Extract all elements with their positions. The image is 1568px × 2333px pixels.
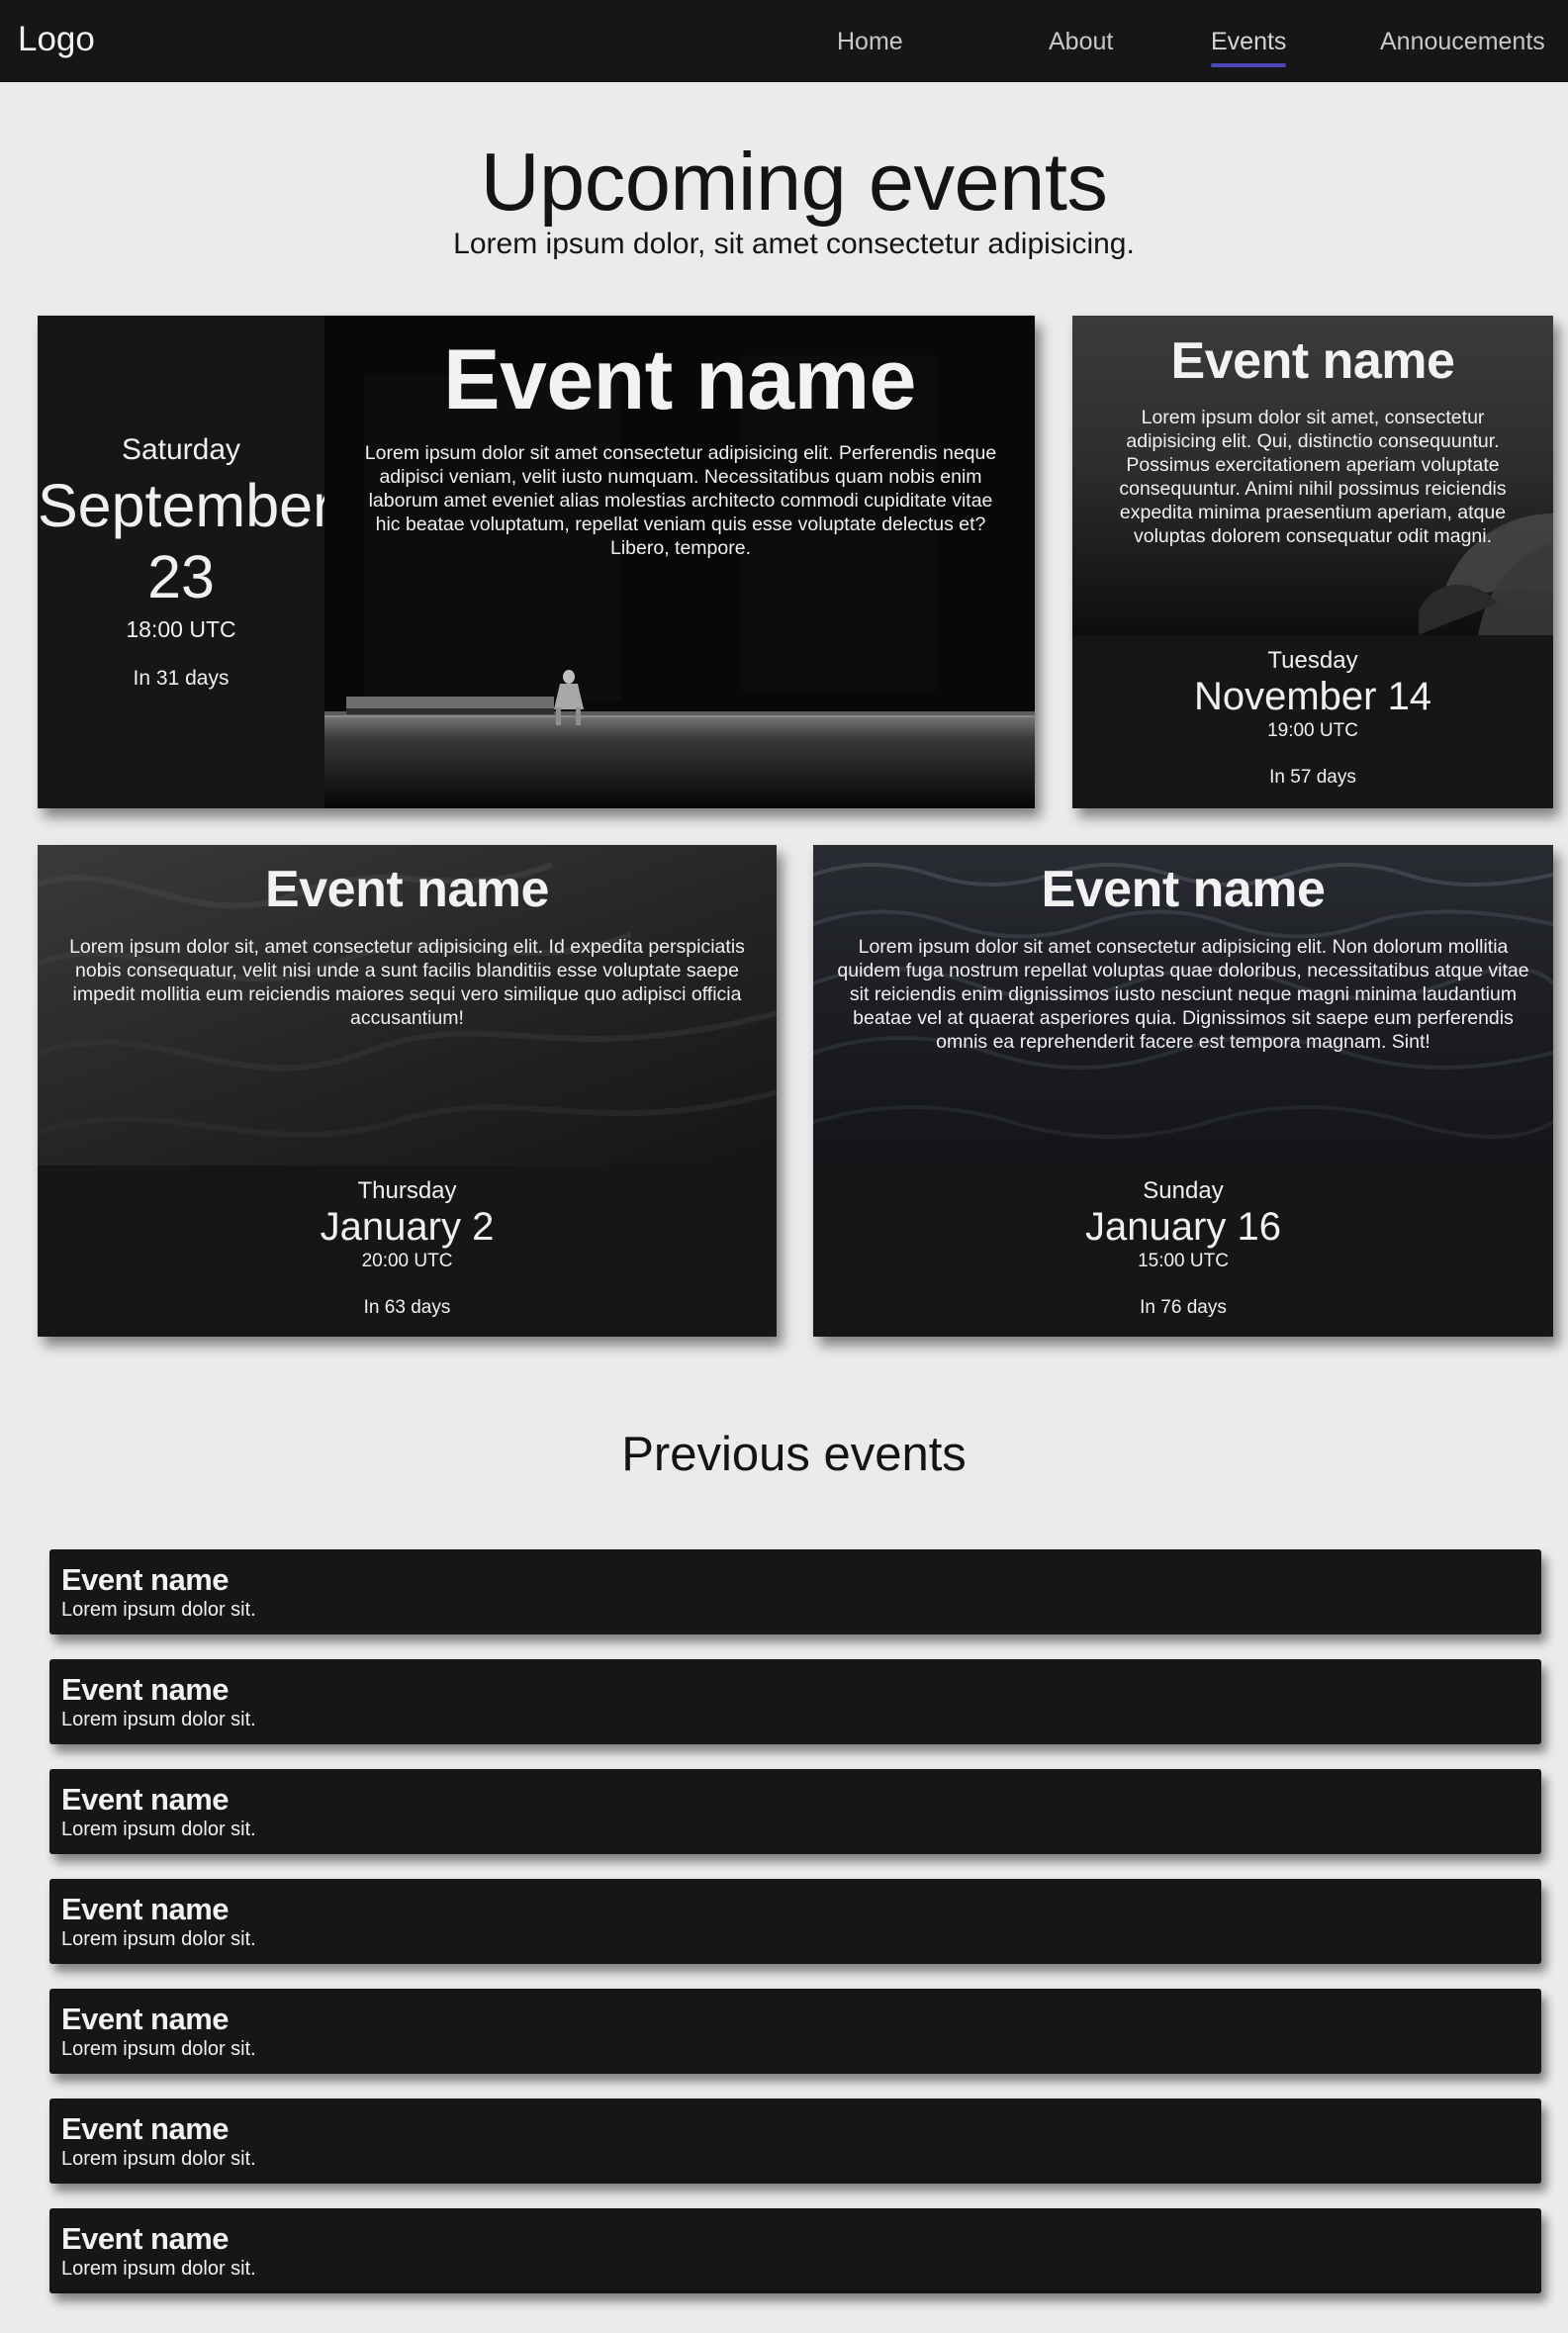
previous-event-name: Event name [61, 2111, 230, 2146]
previous-event-item[interactable]: Event name Lorem ipsum dolor sit. [49, 1659, 1541, 1744]
event-time: 20:00 UTC [361, 1251, 453, 1271]
nav-link-events-label: Events [1211, 28, 1287, 55]
previous-event-item[interactable]: Event name Lorem ipsum dolor sit. [49, 1989, 1541, 2074]
previous-event-name: Event name [61, 1672, 230, 1707]
previous-event-item[interactable]: Event name Lorem ipsum dolor sit. [49, 1549, 1541, 1634]
event-card[interactable]: Event name Lorem ipsum dolor sit amet, c… [1072, 316, 1553, 808]
event-weekday: Tuesday [1267, 647, 1358, 674]
event-card[interactable]: Event name Lorem ipsum dolor sit amet co… [813, 845, 1553, 1337]
nav-link-events[interactable]: Events [1211, 28, 1287, 67]
event-weekday: Thursday [357, 1177, 457, 1204]
previous-event-description: Lorem ipsum dolor sit. [61, 2038, 256, 2060]
event-card-featured[interactable]: Saturday September 23 18:00 UTC In 31 da… [38, 316, 1035, 808]
event-date-block: Thursday January 2 20:00 UTC In 63 days [38, 1175, 777, 1320]
previous-event-item[interactable]: Event name Lorem ipsum dolor sit. [49, 2208, 1541, 2293]
previous-event-description: Lorem ipsum dolor sit. [61, 1599, 256, 1621]
event-weekday: Saturday [121, 433, 241, 466]
section-title-previous-events: Previous events [621, 1428, 967, 1481]
event-description: Lorem ipsum dolor sit amet, consectetur … [1119, 407, 1507, 547]
previous-event-description: Lorem ipsum dolor sit. [61, 1709, 256, 1730]
event-description: Lorem ipsum dolor sit amet consectetur a… [364, 442, 997, 559]
page-title: Upcoming events [480, 136, 1108, 228]
event-countdown: In 57 days [1269, 767, 1356, 788]
nav-link-about[interactable]: About [1049, 28, 1113, 56]
event-time: 15:00 UTC [1138, 1251, 1229, 1271]
active-nav-underline [1211, 63, 1287, 67]
event-date-block: Saturday September 23 18:00 UTC In 31 da… [38, 430, 333, 694]
previous-event-item[interactable]: Event name Lorem ipsum dolor sit. [49, 1769, 1541, 1854]
previous-event-description: Lorem ipsum dolor sit. [61, 2258, 256, 2280]
nav-link-home[interactable]: Home [837, 28, 903, 56]
event-time: 19:00 UTC [1267, 720, 1358, 741]
event-weekday: Sunday [1143, 1177, 1224, 1204]
event-countdown: In 31 days [133, 667, 230, 690]
event-description: Lorem ipsum dolor sit, amet consectetur … [69, 936, 745, 1029]
previous-event-item[interactable]: Event name Lorem ipsum dolor sit. [49, 2099, 1541, 2184]
logo[interactable]: Logo [18, 20, 95, 59]
previous-event-description: Lorem ipsum dolor sit. [61, 1819, 256, 1840]
event-date-block: Sunday January 16 15:00 UTC In 76 days [813, 1175, 1553, 1320]
event-date: November 14 [1193, 675, 1432, 718]
event-date: September 23 [38, 472, 333, 610]
previous-event-name: Event name [61, 2002, 230, 2036]
event-date: January 16 [1085, 1205, 1281, 1249]
previous-event-description: Lorem ipsum dolor sit. [61, 1928, 256, 1950]
page-subtitle: Lorem ipsum dolor, sit amet consectetur … [453, 228, 1135, 260]
previous-event-item[interactable]: Event name Lorem ipsum dolor sit. [49, 1879, 1541, 1964]
previous-event-name: Event name [61, 1782, 230, 1817]
previous-event-description: Lorem ipsum dolor sit. [61, 2148, 256, 2170]
event-countdown: In 76 days [1140, 1297, 1227, 1318]
previous-event-name: Event name [61, 1892, 230, 1926]
previous-event-name: Event name [61, 1562, 230, 1597]
event-name: Event name [1041, 861, 1326, 918]
event-description: Lorem ipsum dolor sit amet consectetur a… [837, 936, 1529, 1053]
event-time: 18:00 UTC [126, 616, 236, 642]
event-card[interactable]: Event name Lorem ipsum dolor sit, amet c… [38, 845, 777, 1337]
event-date-block: Tuesday November 14 19:00 UTC In 57 days [1072, 645, 1553, 790]
nav-link-announcements[interactable]: Annoucements [1380, 28, 1545, 56]
event-name: Event name [443, 332, 916, 427]
event-name: Event name [1170, 332, 1455, 390]
event-name: Event name [265, 861, 549, 918]
event-countdown: In 63 days [363, 1297, 451, 1318]
navbar: Logo Home About Events Annoucements [0, 0, 1568, 82]
previous-event-name: Event name [61, 2221, 230, 2256]
event-date: January 2 [320, 1205, 495, 1249]
